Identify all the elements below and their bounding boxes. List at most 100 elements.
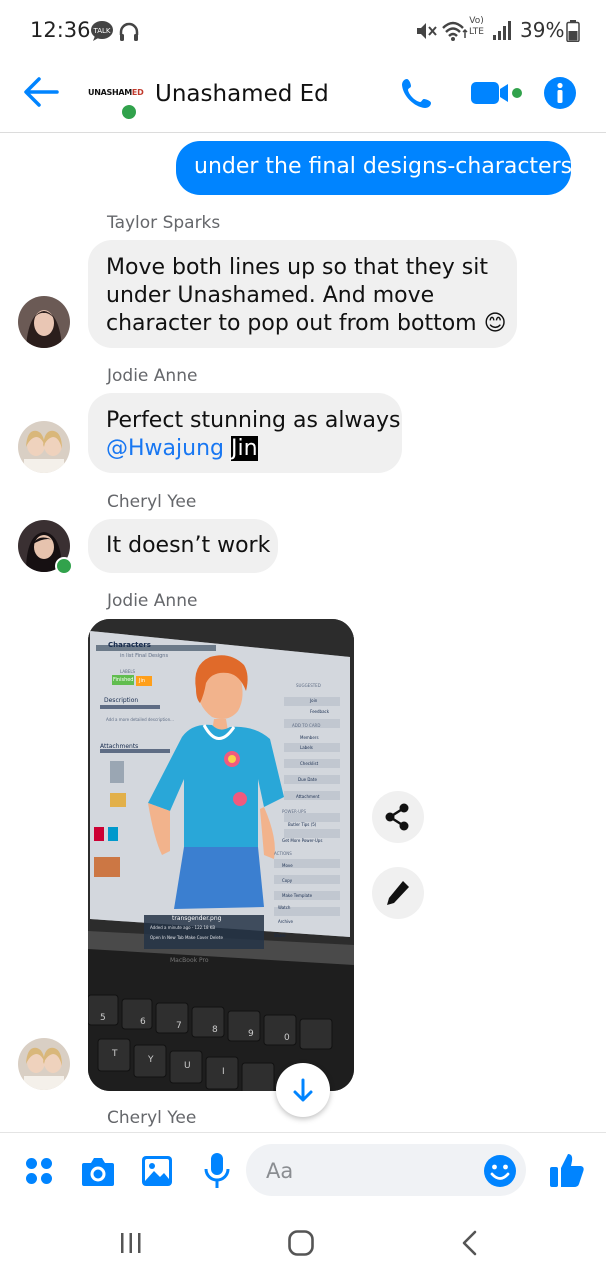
talk-icon: TALK bbox=[90, 20, 114, 41]
online-status-dot bbox=[55, 557, 73, 575]
battery-icon bbox=[566, 20, 580, 46]
photo-sidebar-item: Checklist bbox=[300, 761, 319, 766]
mute-icon bbox=[414, 20, 438, 46]
like-icon[interactable] bbox=[548, 1151, 586, 1193]
photo-card-title: Characters bbox=[108, 641, 151, 649]
sender-name: Jodie Anne bbox=[107, 591, 198, 611]
outgoing-message-text: under the final designs-characters bbox=[194, 154, 573, 179]
photo-suggested-heading: SUGGESTED bbox=[296, 683, 321, 688]
photo-labels-heading: LABELS bbox=[120, 669, 136, 674]
photo-action-item: Archive bbox=[278, 919, 293, 924]
photo-key: 9 bbox=[248, 1029, 254, 1039]
photo-key: Y bbox=[148, 1055, 154, 1065]
camera-icon[interactable] bbox=[80, 1154, 116, 1192]
photo-key: 8 bbox=[212, 1025, 218, 1035]
photo-action-item: Move bbox=[282, 863, 293, 868]
back-icon[interactable] bbox=[458, 1230, 482, 1260]
photo-sidebar-item: Feedback bbox=[310, 709, 330, 714]
photo-powerups-item: Butler Tips (5) bbox=[288, 822, 317, 827]
phone-call-icon[interactable] bbox=[400, 76, 434, 114]
info-icon[interactable] bbox=[543, 76, 577, 114]
photo-file-name: transgender.png bbox=[172, 915, 222, 922]
outgoing-message-bubble[interactable]: under the final designs-characters bbox=[176, 141, 573, 195]
highlighted-text: Jin bbox=[230, 436, 258, 461]
sender-name: Jodie Anne bbox=[107, 366, 198, 386]
avatar-taylor-sparks[interactable] bbox=[18, 296, 70, 348]
photo-key: U bbox=[184, 1061, 191, 1071]
conversation-title[interactable]: Unashamed Ed bbox=[155, 81, 329, 107]
edit-button[interactable] bbox=[372, 867, 424, 919]
arrow-down-icon bbox=[293, 1078, 313, 1102]
video-call-icon[interactable] bbox=[470, 80, 524, 110]
home-icon[interactable] bbox=[287, 1229, 315, 1261]
photo-key: 5 bbox=[100, 1013, 106, 1023]
photo-action-item: Watch bbox=[278, 905, 291, 910]
logo-text-a: UNASHAM bbox=[88, 88, 132, 97]
message-text: It doesn’t work bbox=[106, 533, 271, 558]
sender-name: Cheryl Yee bbox=[107, 492, 197, 512]
online-status-dot bbox=[120, 103, 138, 121]
share-button[interactable] bbox=[372, 791, 424, 843]
logo-text-b: ED bbox=[131, 88, 144, 97]
photo-actions-heading: ACTIONS bbox=[274, 851, 292, 856]
photo-sidebar-item: Attachment bbox=[296, 794, 320, 799]
message-line: Perfect stunning as always bbox=[106, 408, 401, 433]
photo-card-subtitle: in list Final Designs bbox=[120, 653, 169, 659]
photo-description-heading: Description bbox=[104, 697, 139, 704]
photo-key: I bbox=[222, 1067, 225, 1077]
message-line: under Unashamed. And move bbox=[106, 283, 435, 308]
sender-name: Cheryl Yee bbox=[107, 1108, 197, 1128]
photo-sidebar-item: Join bbox=[310, 698, 318, 703]
photo-key: 6 bbox=[140, 1017, 146, 1027]
message-line-text: character to pop out from bottom bbox=[106, 311, 477, 336]
photo-sidebar-item: Due Date bbox=[298, 777, 317, 782]
incoming-message-bubble[interactable]: Perfect stunning as always @Hwajung Jin bbox=[88, 393, 402, 473]
status-time: 12:36 bbox=[30, 18, 91, 42]
photo-key: 7 bbox=[176, 1021, 182, 1031]
photo-sidebar-item: Members bbox=[300, 735, 319, 740]
message-line: character to pop out from bottom 😊 bbox=[106, 310, 507, 338]
talk-label: TALK bbox=[92, 27, 110, 35]
photo-file-meta: Added a minute ago - 122.18 KB bbox=[150, 925, 216, 930]
gallery-icon[interactable] bbox=[141, 1155, 173, 1191]
incoming-message-bubble[interactable]: It doesn’t work bbox=[88, 519, 278, 573]
photo-key: 0 bbox=[284, 1033, 290, 1043]
message-line: Move both lines up so that they sit bbox=[106, 255, 488, 280]
photo-description-placeholder: Add a more detailed description... bbox=[106, 717, 174, 722]
headphones-icon bbox=[118, 21, 139, 41]
photo-attachments-heading: Attachments bbox=[100, 743, 139, 750]
more-actions-icon[interactable] bbox=[24, 1156, 54, 1190]
message-input-placeholder: Aa bbox=[266, 1159, 294, 1183]
mention-link[interactable]: @Hwajung bbox=[106, 436, 224, 461]
scroll-to-bottom-button[interactable] bbox=[276, 1063, 330, 1117]
photo-label-2: Jin bbox=[139, 678, 146, 684]
recent-apps-icon[interactable] bbox=[119, 1231, 143, 1259]
avatar-jodie-anne[interactable] bbox=[18, 421, 70, 473]
avatar-jodie-anne[interactable] bbox=[18, 1038, 70, 1090]
back-arrow-icon[interactable] bbox=[22, 75, 60, 113]
volte-indicator: Vo) LTE bbox=[469, 16, 484, 37]
status-bar: 12:36 TALK Vo) LTE 39% bbox=[0, 0, 606, 62]
pencil-icon bbox=[387, 881, 409, 905]
wifi-icon bbox=[441, 20, 469, 46]
share-icon bbox=[385, 803, 409, 831]
photo-label-1: Finished bbox=[113, 677, 134, 683]
photo-action-item: Share bbox=[274, 933, 286, 938]
photo-file-actions: Open In New Tab Make Cover Delete bbox=[150, 935, 223, 940]
smiling-emoji: 😊 bbox=[483, 311, 507, 336]
signal-icon bbox=[492, 19, 512, 45]
photo-laptop-brand: MacBook Pro bbox=[170, 957, 209, 964]
lte-label: LTE bbox=[469, 27, 484, 37]
incoming-message-bubble[interactable]: Move both lines up so that they sit unde… bbox=[88, 240, 517, 348]
emoji-icon[interactable] bbox=[483, 1154, 517, 1192]
battery-percent: 39% bbox=[520, 18, 565, 42]
sender-name: Taylor Sparks bbox=[107, 213, 221, 233]
shared-photo[interactable]: Characters in list Final Designs LABELS … bbox=[88, 619, 354, 1091]
photo-powerups-heading: POWER-UPS bbox=[282, 809, 306, 814]
group-logo-text: UNASHAMED bbox=[88, 88, 144, 97]
microphone-icon[interactable] bbox=[203, 1152, 231, 1194]
photo-add-to-card-heading: ADD TO CARD bbox=[292, 723, 321, 728]
photo-sidebar-item: Labels bbox=[300, 745, 313, 750]
photo-key: T bbox=[112, 1049, 118, 1059]
photo-powerups-item: Get More Power-Ups bbox=[282, 838, 323, 843]
